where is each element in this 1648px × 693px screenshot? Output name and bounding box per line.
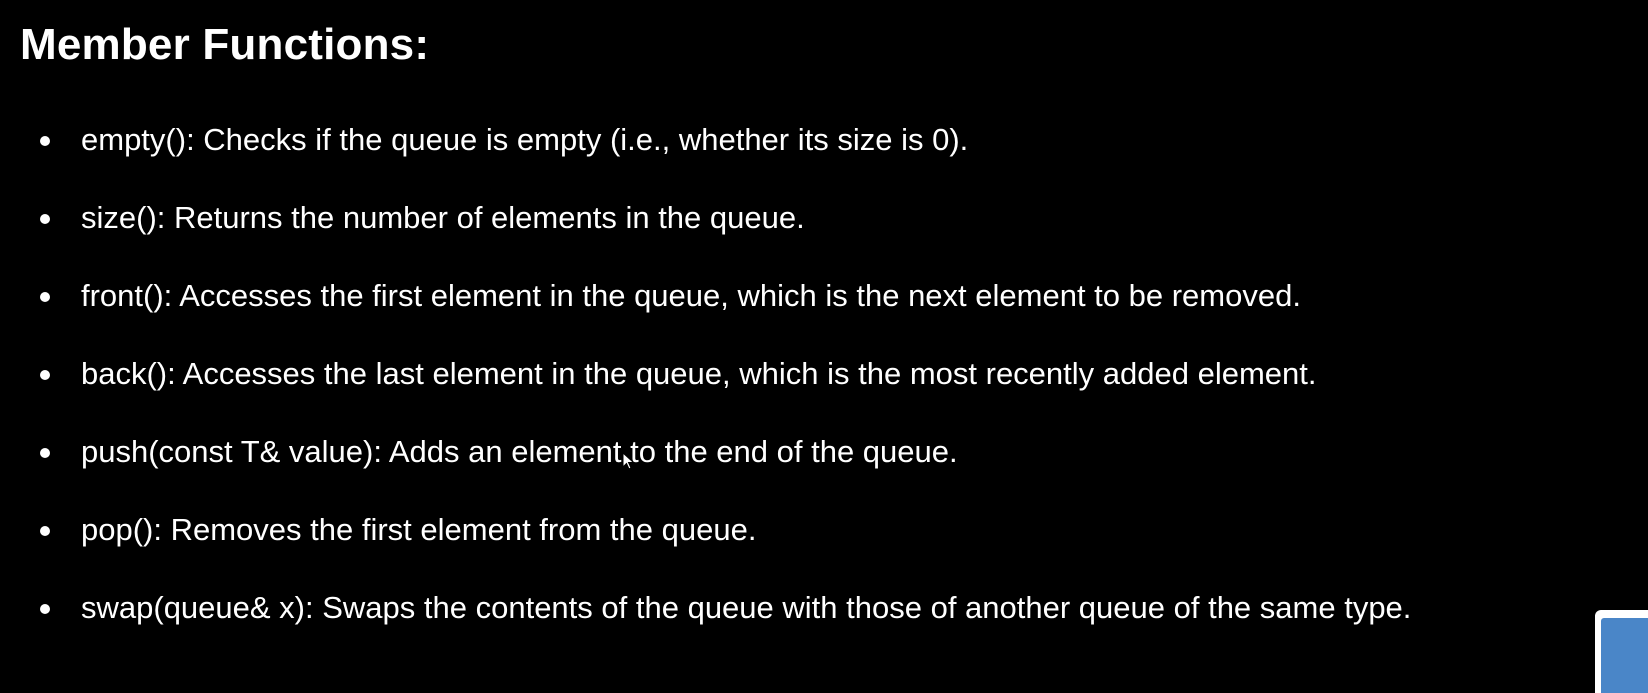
- list-item: front(): Accesses the first element in t…: [40, 278, 1620, 314]
- list-item-text: swap(queue& x): Swaps the contents of th…: [81, 590, 1412, 625]
- presentation-slide: Member Functions: empty(): Checks if the…: [0, 0, 1648, 693]
- list-item: size(): Returns the number of elements i…: [40, 200, 1620, 236]
- bullet-dot: [40, 448, 50, 458]
- list-item-text: size(): Returns the number of elements i…: [81, 200, 805, 235]
- list-item-text: back(): Accesses the last element in the…: [81, 356, 1317, 391]
- list-item: back(): Accesses the last element in the…: [40, 356, 1620, 392]
- list-item: push(const T& value): Adds an element to…: [40, 434, 1620, 470]
- corner-widget[interactable]: [1595, 610, 1648, 693]
- corner-widget-panel: [1601, 618, 1648, 693]
- bullet-dot: [40, 214, 50, 224]
- mouse-cursor-icon: [622, 452, 635, 470]
- list-item-text: push(const T& value): Adds an element to…: [81, 434, 958, 469]
- list-item: pop(): Removes the first element from th…: [40, 512, 1620, 548]
- slide-title: Member Functions:: [20, 20, 430, 69]
- list-item: swap(queue& x): Swaps the contents of th…: [40, 590, 1601, 626]
- member-functions-list: empty(): Checks if the queue is empty (i…: [40, 122, 1620, 668]
- bullet-dot: [40, 526, 50, 536]
- list-item-text: front(): Accesses the first element in t…: [81, 278, 1301, 313]
- bullet-dot: [40, 136, 50, 146]
- bullet-dot: [40, 604, 50, 614]
- list-item-text: empty(): Checks if the queue is empty (i…: [81, 122, 969, 157]
- bullet-dot: [40, 370, 50, 380]
- list-item-text: pop(): Removes the first element from th…: [81, 512, 757, 547]
- list-item: empty(): Checks if the queue is empty (i…: [40, 122, 1620, 158]
- bullet-dot: [40, 292, 50, 302]
